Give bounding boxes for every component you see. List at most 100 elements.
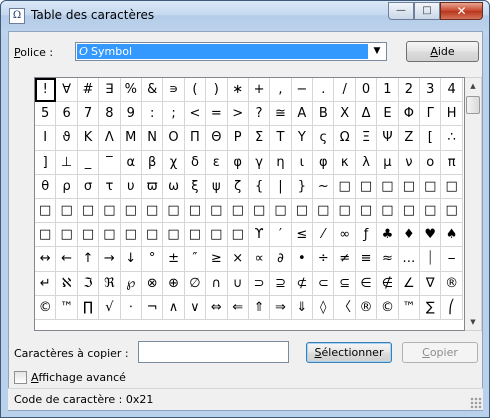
character-cell[interactable]: ℜ [99, 271, 121, 296]
character-cell[interactable]: ♦ [398, 223, 421, 248]
character-cell[interactable]: ™ [56, 295, 78, 320]
minimize-button[interactable]: — [388, 2, 414, 20]
character-cell[interactable]: , [270, 78, 292, 103]
character-cell[interactable]: ® [441, 271, 463, 296]
character-cell[interactable]: ρ [56, 174, 78, 199]
character-cell[interactable]: ‾ [99, 150, 121, 175]
character-cell[interactable]: ς [313, 126, 335, 151]
character-cell[interactable]: Τ [270, 126, 292, 151]
character-cell[interactable]: 2 [398, 78, 421, 103]
character-cell[interactable]: ° [141, 247, 164, 272]
character-cell[interactable]: κ [334, 150, 356, 175]
character-cell[interactable]: ζ [227, 174, 249, 199]
character-cell[interactable]: } [291, 174, 314, 199]
character-cell[interactable]: 0 [355, 78, 378, 103]
advanced-view-checkbox[interactable] [14, 371, 27, 384]
character-cell[interactable]: [ [420, 126, 442, 151]
character-cell[interactable]: μ [377, 150, 399, 175]
character-cell[interactable]: ω [163, 174, 185, 199]
grid-scrollbar[interactable]: ▲ ▼ [465, 77, 482, 331]
select-button[interactable]: Sélectionner [306, 342, 392, 363]
character-cell[interactable]: ∪ [227, 271, 249, 296]
character-cell[interactable]: Ξ [355, 126, 378, 151]
font-combobox[interactable]: O Symbol ▼ [75, 42, 387, 61]
character-cell[interactable]: + [248, 78, 271, 103]
character-cell[interactable]: ↵ [35, 271, 57, 296]
character-cell[interactable]: ϒ [248, 223, 271, 248]
character-cell[interactable]: Φ [398, 102, 421, 127]
character-cell[interactable]: ″ [184, 247, 207, 272]
character-cell[interactable]: ⇑ [248, 295, 271, 320]
character-cell[interactable]: ∇ [420, 271, 442, 296]
help-button[interactable]: Aide [406, 41, 479, 62]
character-cell[interactable]: → [99, 247, 121, 272]
character-cell[interactable]: ψ [206, 174, 228, 199]
character-cell[interactable]: ⊗ [141, 271, 164, 296]
character-cell[interactable]: ∴ [441, 126, 463, 151]
character-cell[interactable]: ≈ [377, 247, 399, 272]
character-cell[interactable]: □ [441, 198, 463, 224]
character-cell[interactable]: δ [184, 150, 207, 175]
character-cell[interactable]: ε [206, 150, 228, 175]
character-cell[interactable]: Ω [334, 126, 356, 151]
character-cell[interactable]: ∍ [163, 78, 185, 103]
character-cell[interactable]: ϑ [56, 126, 78, 151]
character-cell[interactable]: ∈ [355, 271, 378, 296]
character-cell[interactable]: Ψ [377, 126, 399, 151]
advanced-view-option[interactable]: Affichage avancé [14, 371, 126, 384]
character-cell[interactable]: ν [398, 150, 421, 175]
character-cell[interactable]: □ [334, 198, 356, 224]
character-cell[interactable]: = [206, 102, 228, 127]
character-cell[interactable]: Χ [334, 102, 356, 127]
character-cell[interactable]: ∉ [377, 271, 399, 296]
scroll-thumb[interactable] [466, 96, 480, 114]
character-cell[interactable]: ⁄ [313, 223, 335, 248]
character-cell[interactable]: © [377, 295, 399, 320]
character-cell[interactable]: ⇒ [270, 295, 292, 320]
character-cell[interactable]: ⋅ [120, 295, 142, 320]
character-cell[interactable]: ÷ [313, 247, 335, 272]
character-cell[interactable]: □ [163, 198, 185, 224]
character-cell[interactable]: □ [377, 174, 399, 199]
character-cell[interactable]: Θ [206, 126, 228, 151]
character-cell[interactable]: ¬ [141, 295, 164, 320]
character-cell[interactable]: ′ [270, 223, 292, 248]
character-cell[interactable]: β [141, 150, 164, 175]
character-cell[interactable]: ι [291, 150, 314, 175]
character-cell[interactable]: Ν [141, 126, 164, 151]
character-cell[interactable]: ; [163, 102, 185, 127]
character-cell[interactable]: 9 [120, 102, 142, 127]
character-cell[interactable]: ® [355, 295, 378, 320]
character-cell[interactable]: − [291, 78, 314, 103]
character-cell[interactable]: 5 [35, 102, 57, 127]
character-cell[interactable]: ∞ [334, 223, 356, 248]
character-cell[interactable]: 4 [441, 78, 463, 103]
character-cell[interactable]: φ [227, 150, 249, 175]
maximize-button[interactable]: □ [414, 2, 440, 20]
character-cell[interactable]: ∏ [77, 295, 100, 320]
character-cell[interactable]: □ [56, 223, 78, 248]
character-cell[interactable]: 8 [99, 102, 121, 127]
close-button[interactable]: ✕ [440, 2, 483, 20]
character-cell[interactable]: ⊆ [334, 271, 356, 296]
character-cell[interactable]: 7 [77, 102, 100, 127]
character-cell[interactable]: □ [141, 198, 164, 224]
character-cell[interactable]: / [334, 78, 356, 103]
character-cell[interactable]: ⊕ [163, 271, 185, 296]
character-cell[interactable]: ↓ [120, 247, 142, 272]
character-cell[interactable]: α [120, 150, 142, 175]
character-cell[interactable]: ← [56, 247, 78, 272]
character-cell[interactable]: □ [99, 223, 121, 248]
character-cell[interactable]: . [313, 78, 335, 103]
dropdown-arrow-icon[interactable]: ▼ [369, 44, 385, 59]
character-cell[interactable]: 〈 [334, 295, 356, 320]
character-cell[interactable]: ≥ [206, 247, 228, 272]
character-cell[interactable]: ◊ [313, 295, 335, 320]
character-cell[interactable]: ∗ [227, 78, 249, 103]
character-cell[interactable]: ⇔ [206, 295, 228, 320]
character-cell[interactable]: ⏐ [420, 247, 442, 272]
character-cell[interactable]: ∝ [248, 247, 271, 272]
character-cell[interactable]: ∂ [270, 247, 292, 272]
character-cell[interactable]: □ [398, 198, 421, 224]
character-cell[interactable]: Ζ [398, 126, 421, 151]
